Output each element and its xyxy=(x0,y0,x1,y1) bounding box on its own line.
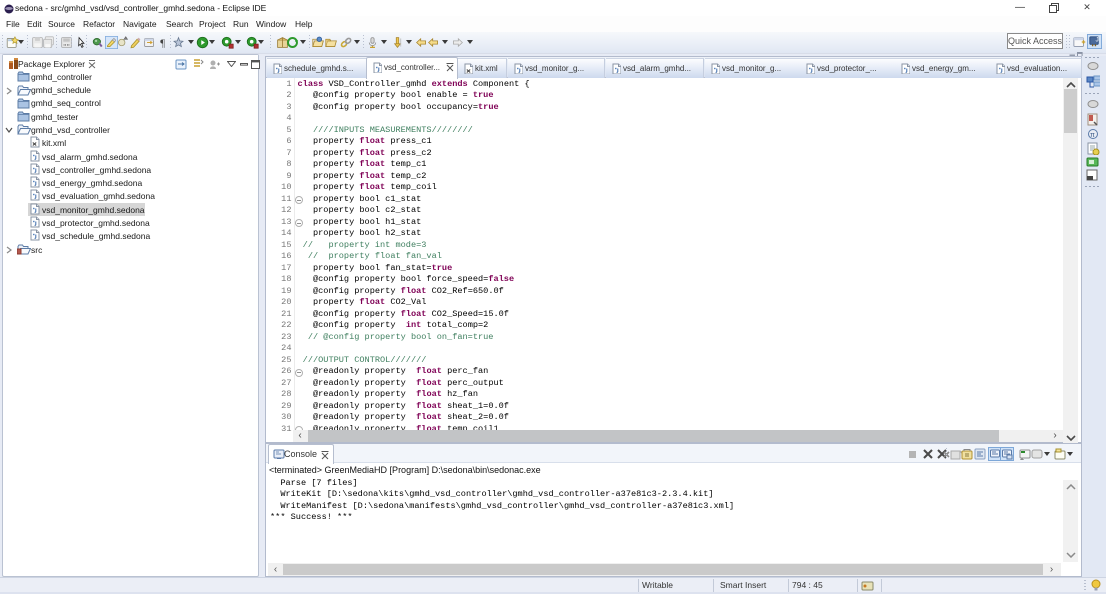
svg-text:¶: ¶ xyxy=(160,39,165,49)
svg-text:π: π xyxy=(1090,132,1095,139)
svg-text:J: J xyxy=(1095,37,1098,44)
